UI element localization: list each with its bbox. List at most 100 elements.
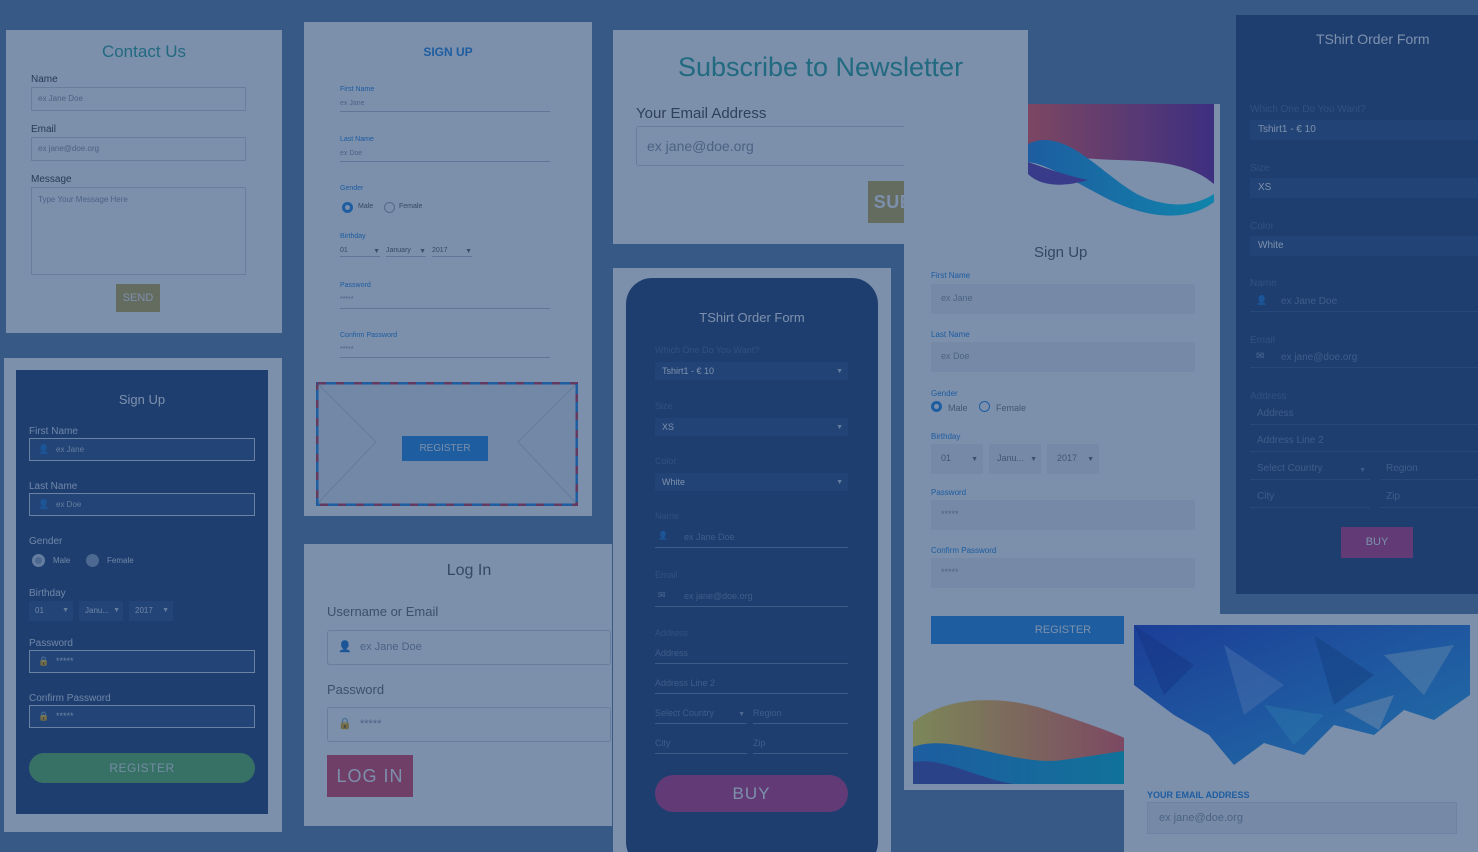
envelope-month-caret-icon: ▼ [419,248,426,255]
envelope-day-caret-icon: ▼ [373,248,380,255]
envelope-month-select[interactable]: January ▼ [386,247,426,257]
login-card: Log In Username or Email 👤 ex Jane Doe P… [304,544,612,826]
wave-year-select[interactable]: 2017 ▼ [1047,444,1099,474]
contact-email-input[interactable]: ex jane@doe.org [31,137,246,161]
send-button[interactable]: SEND [116,284,160,312]
login-password-input[interactable]: 🔒 ***** [327,707,611,742]
wave-year-caret-icon: ▼ [1087,456,1094,463]
envelope-female-radio[interactable] [384,202,395,213]
contact-name-input[interactable]: ex Jane Doe [31,87,246,111]
dark-last-label: Last Name [29,481,78,492]
tr-which-label: Which One Do You Want? [1250,104,1366,115]
tr-country-select[interactable]: Select Country ▼ [1250,460,1370,480]
dark-birthday-label: Birthday [29,588,66,599]
poly-email-input[interactable]: ex jane@doe.org [1147,802,1457,834]
envelope-password-input[interactable] [340,308,550,309]
tc-color-label: Color [655,456,677,466]
envelope-register-button[interactable]: REGISTER [402,436,488,461]
send-button-label: SEND [122,292,154,304]
tr-email-envelope-icon: ✉ [1256,351,1265,362]
tr-address2-input[interactable]: Address Line 2 [1250,432,1478,452]
tc-email-input[interactable]: ✉ ex jane@doe.org [655,587,848,607]
wave-first-input[interactable]: ex Jane [931,284,1195,314]
wave-day-select[interactable]: 01 ▼ [931,444,983,474]
tc-region-input[interactable]: Region [753,704,848,724]
tr-zip-input[interactable]: Zip [1380,488,1478,508]
tc-region-placeholder: Region [753,708,782,718]
tc-buy-button[interactable]: BUY [655,775,848,812]
tc-zip-input[interactable]: Zip [753,734,848,754]
tc-email-placeholder: ex jane@doe.org [684,591,753,601]
tr-address-input[interactable]: Address [1250,405,1478,425]
contact-message-placeholder: Type Your Message Here [38,195,128,204]
dark-register-button[interactable]: REGISTER [29,753,255,783]
tr-address2-placeholder: Address Line 2 [1257,435,1324,446]
envelope-confirm-label: Confirm Password [340,332,398,339]
envelope-confirm-input[interactable] [340,357,550,358]
dark-first-input[interactable]: 👤 ex Jane [29,438,255,461]
envelope-gender-label: Gender [340,185,364,192]
tr-email-placeholder: ex jane@doe.org [1281,352,1358,363]
dark-year-caret-icon: ▼ [162,607,169,614]
dark-register-label: REGISTER [109,761,175,775]
tr-region-input[interactable]: Region [1380,460,1478,480]
dark-day-select[interactable]: 01 ▼ [29,601,73,621]
tr-name-input[interactable]: 👤 ex Jane Doe [1250,292,1478,312]
wave-month-select[interactable]: Janu... ▼ [989,444,1041,474]
tc-size-label: Size [655,401,673,411]
wave-female-radio[interactable] [979,401,990,412]
tr-which-select[interactable]: Tshirt1 - € 10 [1250,120,1478,140]
wave-last-label: Last Name [931,330,970,339]
login-button[interactable]: LOG IN [327,755,413,797]
tc-color-select[interactable]: White ▼ [655,473,848,491]
tr-city-input[interactable]: City [1250,488,1370,508]
envelope-day-select[interactable]: 01 ▼ [340,247,380,257]
wave-year-value: 2017 [1057,453,1078,463]
tc-size-select[interactable]: XS ▼ [655,418,848,436]
envelope-year-select[interactable]: 2017 ▼ [432,247,472,257]
dark-confirm-value: ***** [56,711,74,721]
dark-female-radio[interactable] [86,554,99,567]
wave-last-input[interactable]: ex Doe [931,342,1195,372]
dark-month-select[interactable]: Janu... ▼ [79,601,123,621]
dark-month-value: Janu... [85,606,110,615]
tc-city-input[interactable]: City [655,734,747,754]
tr-size-select[interactable]: XS [1250,178,1478,198]
login-user-icon: 👤 [338,641,352,653]
tr-buy-button[interactable]: BUY [1341,527,1413,558]
tc-address2-input[interactable]: Address Line 2 [655,674,848,694]
envelope-first-input[interactable] [340,111,550,112]
tc-address-input[interactable]: Address [655,644,848,664]
wave-month-value: Janu... [997,453,1025,463]
tr-color-value: White [1258,240,1284,251]
tc-address2-placeholder: Address Line 2 [655,678,716,688]
dark-last-input[interactable]: 👤 ex Doe [29,493,255,516]
tc-name-input[interactable]: 👤 ex Jane Doe [655,528,848,548]
dark-confirm-lock-icon: 🔒 [38,711,50,721]
envelope-male-radio[interactable] [342,202,353,213]
tr-color-select[interactable]: White [1250,236,1478,256]
tc-country-select[interactable]: Select Country ▼ [655,704,747,724]
wave-first-label: First Name [931,271,971,280]
wave-day-value: 01 [941,453,952,463]
login-button-label: LOG IN [336,766,404,786]
contact-message-textarea[interactable]: Type Your Message Here [31,187,246,275]
tc-email-envelope-icon: ✉ [658,590,666,600]
tc-which-select[interactable]: Tshirt1 - € 10 ▼ [655,362,848,380]
dark-year-select[interactable]: 2017 ▼ [129,601,173,621]
envelope-female-label: Female [399,203,423,210]
dark-confirm-input[interactable]: 🔒 ***** [29,705,255,728]
tshirt-center-outer: TShirt Order Form Which One Do You Want?… [613,268,891,852]
wave-male-radio[interactable] [931,401,942,412]
dark-password-input[interactable]: 🔒 ***** [29,650,255,673]
tr-email-input[interactable]: ✉ ex jane@doe.org [1250,348,1478,368]
signup-dark-title: Sign Up [118,392,166,407]
contact-email-label: Email [31,124,57,135]
tr-color-label: Color [1250,221,1274,232]
wave-confirm-input[interactable]: ***** [931,558,1195,588]
wave-password-input[interactable]: ***** [931,500,1195,530]
login-user-input[interactable]: 👤 ex Jane Doe [327,630,611,665]
envelope-last-input[interactable] [340,161,550,162]
dark-male-radio[interactable] [32,554,45,567]
dark-password-label: Password [29,638,73,649]
